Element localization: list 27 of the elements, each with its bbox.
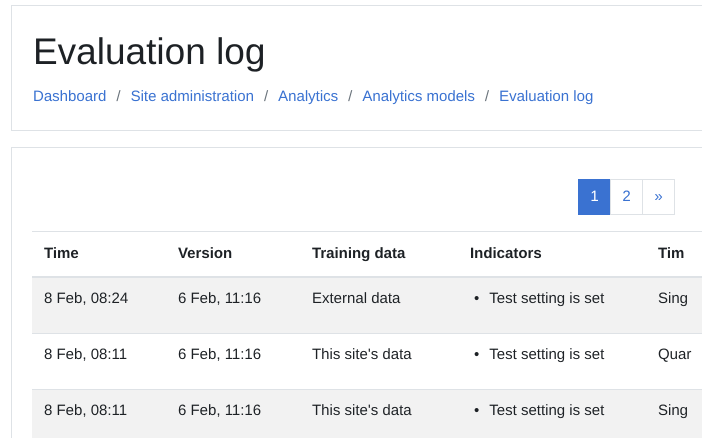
breadcrumb-link[interactable]: Dashboard bbox=[33, 86, 106, 108]
indicator-item: Test setting is set bbox=[489, 346, 604, 364]
bullet-marker: • bbox=[474, 290, 480, 308]
table-cell: Sing bbox=[646, 277, 702, 334]
breadcrumb-separator: / bbox=[484, 86, 490, 107]
indicator-item: Test setting is set bbox=[489, 290, 604, 308]
breadcrumb-separator: / bbox=[347, 86, 354, 107]
breadcrumb-link[interactable]: Site administration bbox=[130, 86, 254, 108]
breadcrumb-link[interactable]: Analytics bbox=[278, 86, 338, 108]
table-cell: 8 Feb, 08:11 bbox=[32, 390, 166, 438]
table-cell: This site's data bbox=[300, 390, 458, 438]
page-title: Evaluation log bbox=[33, 32, 266, 73]
breadcrumb-separator: / bbox=[262, 86, 270, 107]
table-cell: 6 Feb, 11:16 bbox=[166, 390, 300, 438]
table-cell: External data bbox=[300, 277, 458, 334]
page-link[interactable]: 1 bbox=[578, 179, 611, 216]
table-cell: 6 Feb, 11:16 bbox=[166, 277, 300, 334]
table-cell: 8 Feb, 08:24 bbox=[32, 277, 166, 334]
page-link[interactable]: 2 bbox=[610, 179, 643, 216]
table-cell: Sing bbox=[646, 390, 702, 438]
breadcrumb-separator: / bbox=[115, 86, 122, 107]
page-link[interactable]: » bbox=[642, 179, 675, 216]
bullet-marker: • bbox=[474, 346, 480, 364]
breadcrumb-link[interactable]: Evaluation log bbox=[499, 86, 594, 108]
indicator-item: Test setting is set bbox=[489, 402, 604, 420]
breadcrumb-link[interactable]: Analytics models bbox=[362, 86, 475, 108]
bullet-marker: • bbox=[474, 402, 480, 420]
